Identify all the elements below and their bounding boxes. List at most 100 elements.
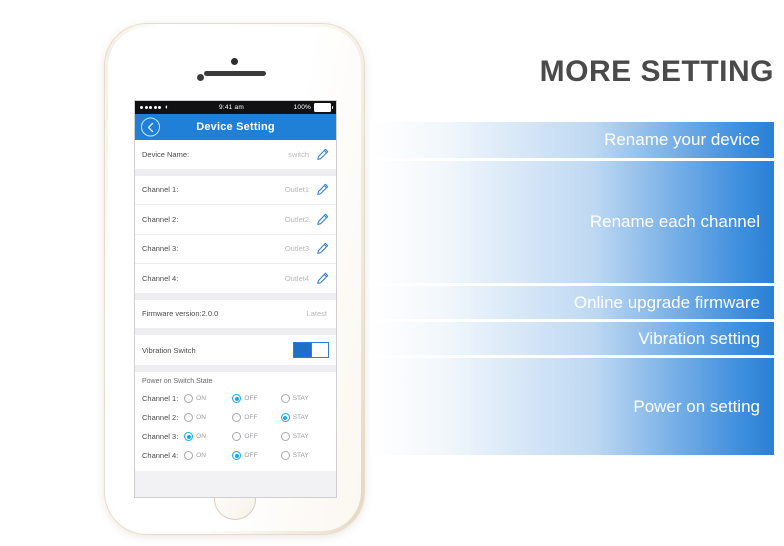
channel-value: Outlet4	[284, 273, 309, 283]
firmware-section: Firmware version:2.0.0 Latest	[135, 299, 336, 328]
power-on-channel-label: Channel 4:	[142, 451, 179, 460]
device-name-section: Device Name: switch	[135, 140, 336, 169]
vibration-section: Vibration Switch	[135, 335, 336, 365]
radio-on[interactable]: ON	[184, 413, 232, 422]
power-on-row: Channel 3: ON OFF STAY	[142, 427, 329, 446]
radio-off[interactable]: OFF	[232, 413, 280, 422]
radio-on[interactable]: ON	[184, 394, 232, 403]
pencil-icon[interactable]	[316, 148, 329, 161]
vibration-toggle[interactable]	[293, 342, 329, 358]
proximity-sensor-icon	[197, 74, 204, 81]
radio-circle-icon[interactable]	[232, 451, 242, 460]
channel-value: Outlet2	[284, 214, 309, 224]
channels-section: Channel 1: Outlet1 Channel 2: Outlet2 Ch…	[135, 175, 336, 293]
channel-value: Outlet3	[284, 244, 309, 254]
device-name-row[interactable]: Device Name: switch	[135, 140, 336, 169]
radio-circle-icon[interactable]	[184, 394, 194, 403]
chevron-left-icon	[147, 122, 154, 132]
device-name-label: Device Name:	[142, 149, 190, 159]
navigation-bar: Device Setting	[135, 114, 336, 140]
toggle-track-on	[294, 343, 311, 357]
section-gap	[135, 292, 336, 300]
radio-circle-icon[interactable]	[232, 394, 242, 403]
radio-label: STAY	[292, 433, 309, 440]
channel-row[interactable]: Channel 3: Outlet3	[135, 234, 336, 264]
power-on-channel-label: Channel 1:	[142, 394, 179, 403]
radio-label: STAY	[292, 414, 309, 421]
vibration-row[interactable]: Vibration Switch	[135, 335, 336, 365]
feature-banner-power-on-setting: Power on setting	[370, 358, 774, 455]
radio-off[interactable]: OFF	[232, 451, 280, 460]
firmware-label: Firmware version:2.0.0	[142, 309, 219, 319]
feature-banner-rename-channel: Rename each channel	[370, 161, 774, 283]
back-button[interactable]	[141, 117, 160, 137]
phone-screen: ◐ 9:41 am 100% Device Setting Device Nam…	[134, 100, 337, 498]
power-on-section: Power on Switch State Channel 1: ON OFF …	[135, 372, 336, 471]
channel-label: Channel 1:	[142, 185, 179, 195]
feature-banner-label: Rename each channel	[589, 212, 760, 231]
radio-off[interactable]: OFF	[232, 394, 280, 403]
pencil-icon[interactable]	[316, 213, 329, 226]
radio-label: ON	[196, 452, 206, 459]
channel-label: Channel 4:	[142, 273, 179, 283]
firmware-status-badge: Latest	[306, 309, 327, 319]
power-on-row: Channel 2: ON OFF STAY	[142, 408, 329, 427]
radio-circle-icon[interactable]	[280, 432, 290, 441]
radio-label: OFF	[244, 395, 258, 402]
channel-label: Channel 3:	[142, 244, 179, 254]
battery-icon	[314, 103, 333, 112]
feature-banner-label: Vibration setting	[638, 328, 760, 348]
radio-label: STAY	[292, 395, 309, 402]
device-name-value: switch	[288, 149, 309, 159]
page-headline: MORE SETTING	[539, 55, 774, 88]
status-bar-battery-group: 100%	[293, 103, 333, 112]
power-on-title: Power on Switch State	[142, 378, 213, 385]
radio-label: OFF	[244, 452, 258, 459]
status-bar-time: 9:41 am	[219, 104, 244, 111]
radio-on[interactable]: ON	[184, 432, 232, 441]
channel-row[interactable]: Channel 4: Outlet4	[135, 264, 336, 293]
phone-mockup: ◐ 9:41 am 100% Device Setting Device Nam…	[105, 24, 364, 534]
channel-row[interactable]: Channel 2: Outlet2	[135, 205, 336, 235]
power-on-channel-label: Channel 3:	[142, 432, 179, 441]
radio-label: OFF	[244, 433, 258, 440]
toggle-knob	[311, 343, 328, 357]
feature-banner-vibration-setting: Vibration setting	[370, 322, 774, 355]
radio-circle-icon[interactable]	[280, 394, 290, 403]
pencil-icon[interactable]	[316, 242, 329, 255]
feature-banner-upgrade-firmware: Online upgrade firmware	[370, 286, 774, 319]
radio-stay[interactable]: STAY	[280, 451, 329, 460]
radio-label: OFF	[244, 414, 258, 421]
radio-label: ON	[196, 414, 206, 421]
section-gap	[135, 328, 336, 335]
status-bar: ◐ 9:41 am 100%	[135, 101, 336, 114]
battery-percent-label: 100%	[293, 104, 311, 111]
power-on-row: Channel 1: ON OFF STAY	[142, 389, 329, 408]
radio-circle-icon[interactable]	[232, 413, 242, 422]
radio-circle-icon[interactable]	[280, 413, 290, 422]
channel-label: Channel 2:	[142, 214, 179, 224]
vibration-label: Vibration Switch	[142, 345, 196, 355]
section-gap	[135, 365, 336, 372]
radio-on[interactable]: ON	[184, 451, 232, 460]
pencil-icon[interactable]	[316, 183, 329, 196]
radio-label: ON	[196, 395, 206, 402]
radio-stay[interactable]: STAY	[280, 432, 329, 441]
channel-row[interactable]: Channel 1: Outlet1	[135, 175, 336, 205]
radio-circle-icon[interactable]	[184, 413, 194, 422]
radio-off[interactable]: OFF	[232, 432, 280, 441]
earpiece-speaker-icon	[203, 71, 266, 76]
radio-circle-icon[interactable]	[184, 432, 194, 441]
radio-circle-icon[interactable]	[184, 451, 194, 460]
radio-circle-icon[interactable]	[232, 432, 242, 441]
feature-banner-label: Online upgrade firmware	[573, 292, 760, 312]
radio-circle-icon[interactable]	[280, 451, 290, 460]
settings-list: Device Name: switch Channel 1: Outlet1 C…	[135, 140, 336, 497]
firmware-row[interactable]: Firmware version:2.0.0 Latest	[135, 299, 336, 328]
radio-stay[interactable]: STAY	[280, 413, 329, 422]
radio-label: STAY	[292, 452, 309, 459]
front-camera-icon	[230, 58, 238, 65]
power-on-row: Channel 4: ON OFF STAY	[142, 446, 329, 465]
radio-stay[interactable]: STAY	[280, 394, 329, 403]
pencil-icon[interactable]	[316, 272, 329, 285]
